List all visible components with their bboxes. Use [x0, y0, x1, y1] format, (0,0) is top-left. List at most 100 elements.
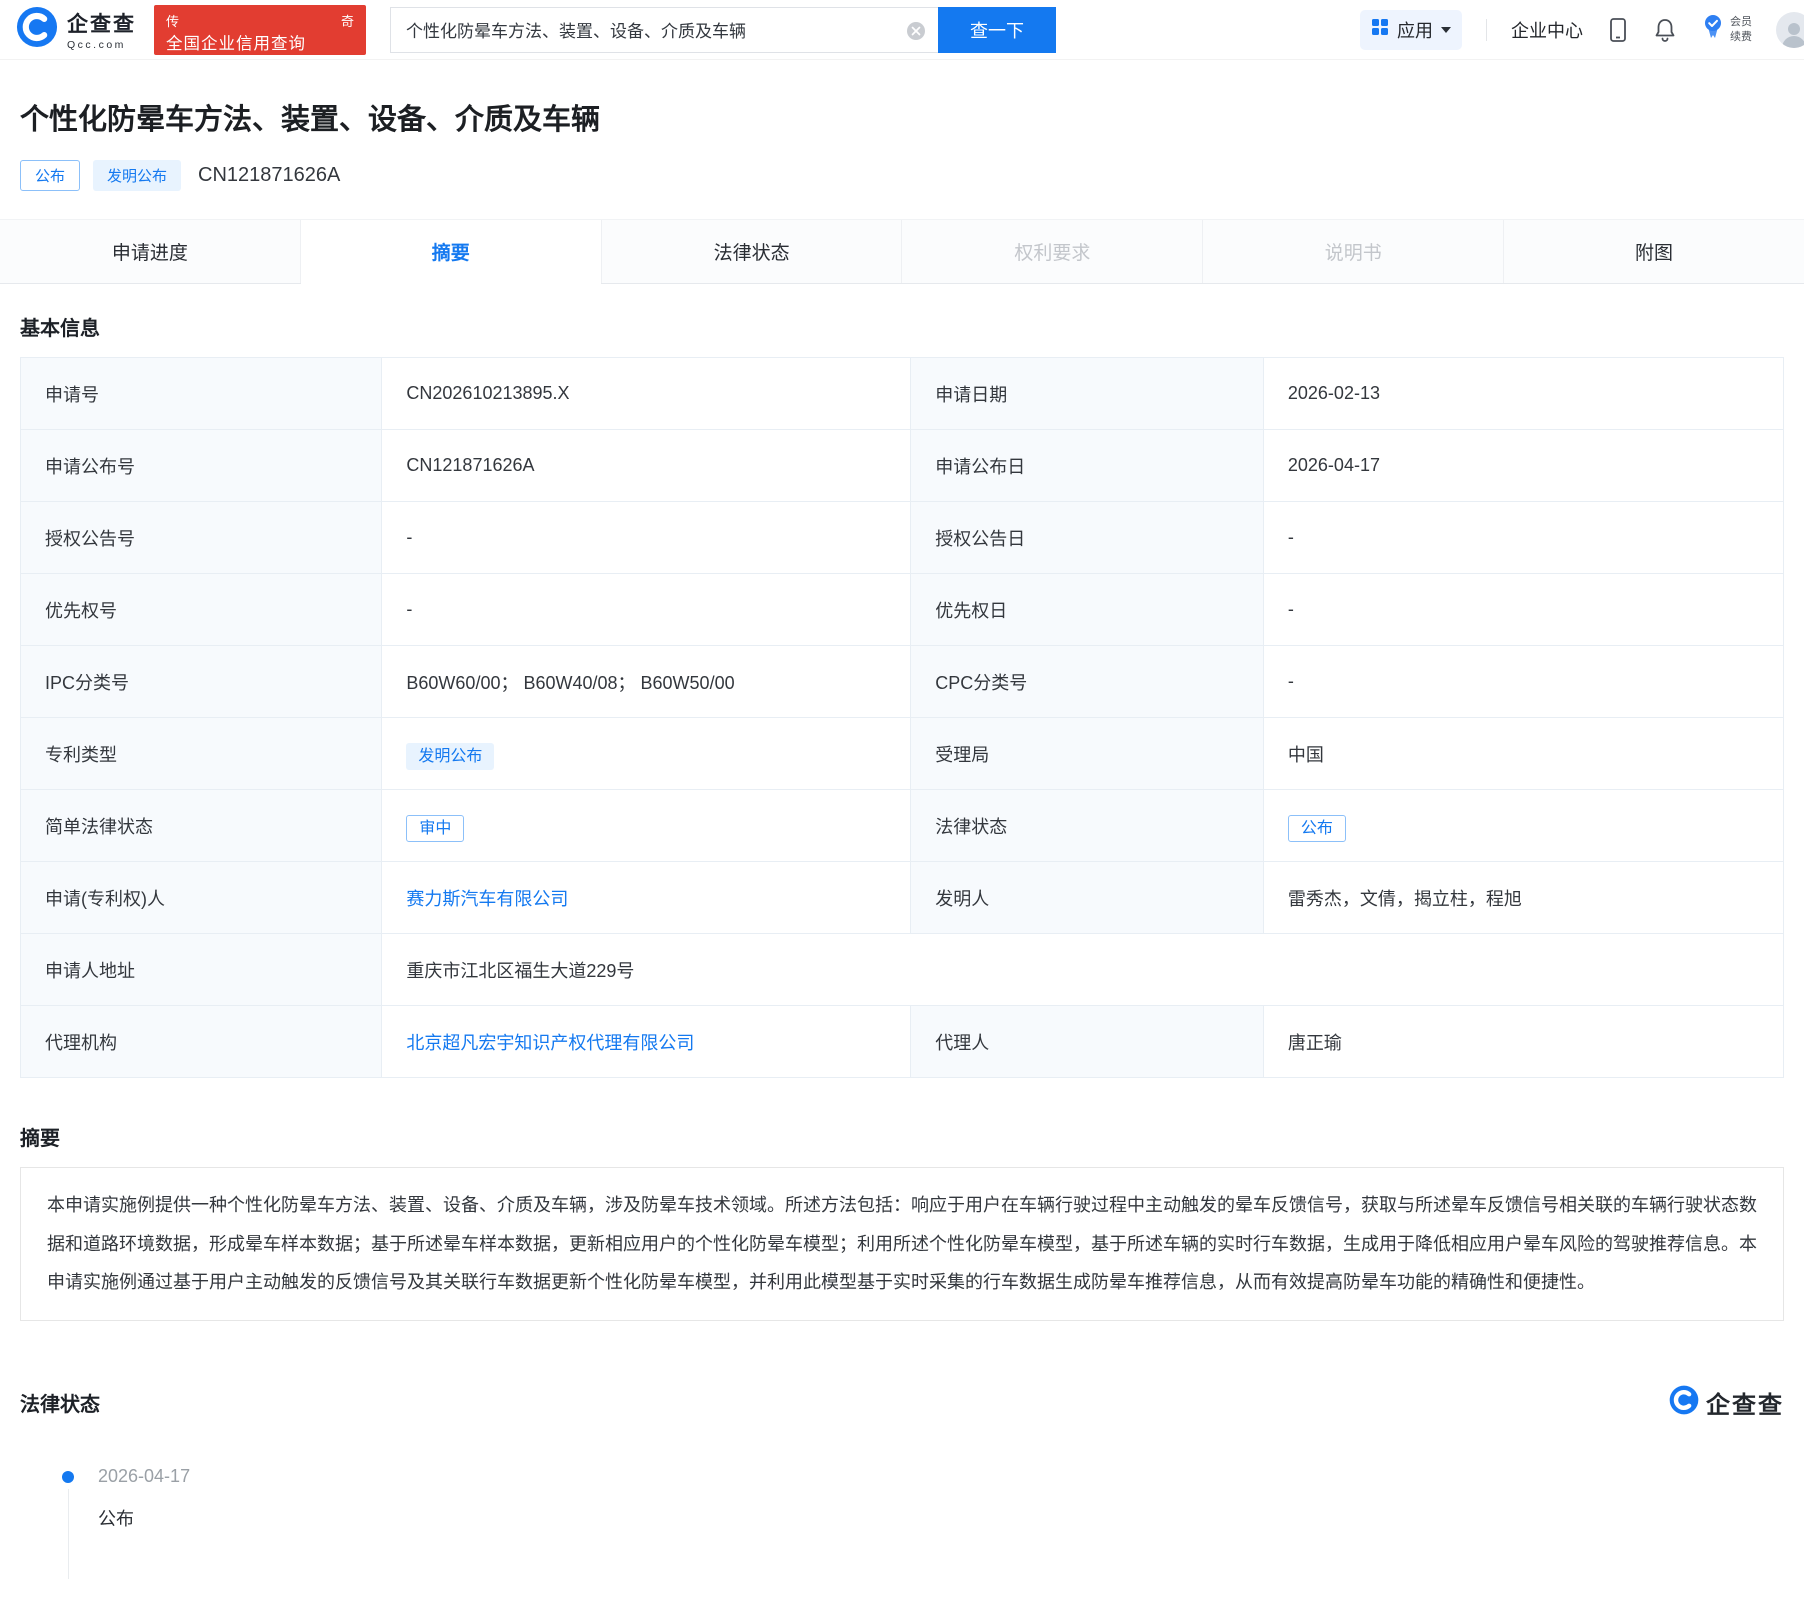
- timeline-event: 2026-04-17 公布: [98, 1466, 190, 1531]
- info-label: 受理局: [911, 718, 1264, 790]
- vip-label-line2: 续费: [1730, 30, 1752, 44]
- qcc-watermark-text: 企查查: [1706, 1385, 1784, 1420]
- info-label: IPC分类号: [21, 646, 382, 718]
- tab-description: 说明书: [1203, 220, 1504, 283]
- search-box: [390, 7, 938, 53]
- patent-type-cell-badge: 发明公布: [406, 743, 494, 770]
- timeline-dot-icon: [62, 1471, 74, 1483]
- abstract-section: 摘要 本申请实施例提供一种个性化防晕车方法、装置、设备、介质及车辆，涉及防晕车技…: [20, 1122, 1784, 1321]
- info-label: 申请日期: [911, 358, 1264, 430]
- basic-info-heading: 基本信息: [20, 312, 1784, 341]
- patent-type-badge: 发明公布: [93, 160, 181, 191]
- promo-char-right: 奇: [341, 11, 354, 30]
- info-value: B60W60/00； B60W40/08； B60W50/00: [382, 646, 911, 718]
- info-label: 申请人地址: [21, 934, 382, 1006]
- tab-claims: 权利要求: [902, 220, 1203, 283]
- info-label: 授权公告日: [911, 502, 1264, 574]
- patent-title: 个性化防晕车方法、装置、设备、介质及车辆: [20, 96, 1784, 138]
- vip-medal-icon: [1701, 14, 1725, 45]
- enterprise-center-link[interactable]: 企业中心: [1511, 17, 1583, 43]
- tab-bar: 申请进度 摘要 法律状态 权利要求 说明书 附图: [0, 219, 1804, 284]
- basic-info-section: 基本信息 申请号 CN202610213895.X 申请日期 2026-02-1…: [20, 312, 1784, 1078]
- badge-row: 公布 发明公布 CN121871626A: [20, 160, 1784, 191]
- publication-number: CN121871626A: [198, 164, 340, 187]
- notification-bell-icon[interactable]: [1653, 17, 1677, 43]
- tab-abstract[interactable]: 摘要: [301, 220, 602, 283]
- tab-figures[interactable]: 附图: [1504, 220, 1804, 283]
- info-value: 唐正瑜: [1263, 1006, 1783, 1078]
- info-value: -: [382, 574, 911, 646]
- timeline-date: 2026-04-17: [98, 1466, 190, 1487]
- info-label: 简单法律状态: [21, 790, 382, 862]
- info-value: 2026-04-17: [1263, 430, 1783, 502]
- applicant-link[interactable]: 赛力斯汽车有限公司: [406, 889, 568, 909]
- info-label: 代理人: [911, 1006, 1264, 1078]
- info-label: 申请公布日: [911, 430, 1264, 502]
- logo-brand-text: 企查查: [67, 8, 136, 38]
- table-row: 代理机构 北京超凡宏宇知识产权代理有限公司 代理人 唐正瑜: [21, 1006, 1784, 1078]
- info-value: -: [1263, 574, 1783, 646]
- promo-banner[interactable]: 传 奇 全国企业信用查询: [154, 5, 366, 55]
- info-value: 公布: [1263, 790, 1783, 862]
- info-label: 优先权日: [911, 574, 1264, 646]
- legal-status-badge: 公布: [1288, 815, 1346, 842]
- abstract-text: 本申请实施例提供一种个性化防晕车方法、装置、设备、介质及车辆，涉及防晕车技术领域…: [20, 1167, 1784, 1321]
- header-divider: [1486, 19, 1487, 41]
- info-value: 2026-02-13: [1263, 358, 1783, 430]
- info-label: 专利类型: [21, 718, 382, 790]
- info-label: 申请(专利权)人: [21, 862, 382, 934]
- info-value: 雷秀杰，文倩，揭立柱，程旭: [1263, 862, 1783, 934]
- promo-char-left: 传: [166, 11, 179, 30]
- legal-timeline: 2026-04-17 公布: [20, 1466, 1784, 1531]
- info-label: CPC分类号: [911, 646, 1264, 718]
- qcc-watermark-logo: 企查查: [1669, 1385, 1784, 1420]
- info-label: 发明人: [911, 862, 1264, 934]
- top-header: 企查查 Qcc.com 传 奇 全国企业信用查询 查一下: [0, 0, 1804, 60]
- tab-application-progress[interactable]: 申请进度: [0, 220, 301, 283]
- vip-renew-badge[interactable]: 会员 续费: [1701, 14, 1752, 45]
- info-value: CN121871626A: [382, 430, 911, 502]
- info-value: 审中: [382, 790, 911, 862]
- table-row: 专利类型 发明公布 受理局 中国: [21, 718, 1784, 790]
- apps-label: 应用: [1397, 17, 1433, 43]
- table-row: 申请(专利权)人 赛力斯汽车有限公司 发明人 雷秀杰，文倩，揭立柱，程旭: [21, 862, 1784, 934]
- table-row: 申请人地址 重庆市江北区福生大道229号: [21, 934, 1784, 1006]
- info-label: 授权公告号: [21, 502, 382, 574]
- info-value: 中国: [1263, 718, 1783, 790]
- agency-link[interactable]: 北京超凡宏宇知识产权代理有限公司: [406, 1033, 694, 1053]
- info-label: 申请号: [21, 358, 382, 430]
- table-row: 申请号 CN202610213895.X 申请日期 2026-02-13: [21, 358, 1784, 430]
- table-row: 简单法律状态 审中 法律状态 公布: [21, 790, 1784, 862]
- chevron-down-icon: [1441, 27, 1451, 38]
- info-value: -: [1263, 502, 1783, 574]
- search-button[interactable]: 查一下: [938, 7, 1056, 53]
- user-avatar[interactable]: [1776, 12, 1804, 48]
- basic-info-table: 申请号 CN202610213895.X 申请日期 2026-02-13 申请公…: [20, 357, 1784, 1078]
- patent-status-badge: 公布: [20, 160, 80, 191]
- qcc-logo[interactable]: 企查查 Qcc.com: [16, 6, 136, 53]
- vip-label-line1: 会员: [1730, 15, 1752, 29]
- info-value: -: [382, 502, 911, 574]
- info-value: CN202610213895.X: [382, 358, 911, 430]
- legal-status-heading: 法律状态: [20, 1388, 100, 1417]
- info-value: 赛力斯汽车有限公司: [382, 862, 911, 934]
- info-label: 优先权号: [21, 574, 382, 646]
- table-row: 授权公告号 - 授权公告日 -: [21, 502, 1784, 574]
- logo-domain-text: Qcc.com: [67, 39, 136, 51]
- apps-grid-icon: [1371, 18, 1389, 41]
- tab-legal-status[interactable]: 法律状态: [602, 220, 903, 283]
- legal-status-section: 法律状态 企查查 2026-04-17 公布: [20, 1385, 1784, 1531]
- timeline-status: 公布: [98, 1505, 190, 1531]
- abstract-heading: 摘要: [20, 1122, 1784, 1151]
- qcc-watermark-icon: [1669, 1385, 1699, 1420]
- promo-text: 全国企业信用查询: [166, 30, 354, 54]
- clear-search-icon[interactable]: [907, 22, 925, 40]
- table-row: 优先权号 - 优先权日 -: [21, 574, 1784, 646]
- search-input[interactable]: [391, 8, 938, 52]
- simple-legal-status-badge: 审中: [406, 815, 464, 842]
- apps-menu[interactable]: 应用: [1360, 10, 1462, 50]
- info-label: 代理机构: [21, 1006, 382, 1078]
- mobile-app-icon[interactable]: [1607, 17, 1629, 43]
- info-value: -: [1263, 646, 1783, 718]
- table-row: 申请公布号 CN121871626A 申请公布日 2026-04-17: [21, 430, 1784, 502]
